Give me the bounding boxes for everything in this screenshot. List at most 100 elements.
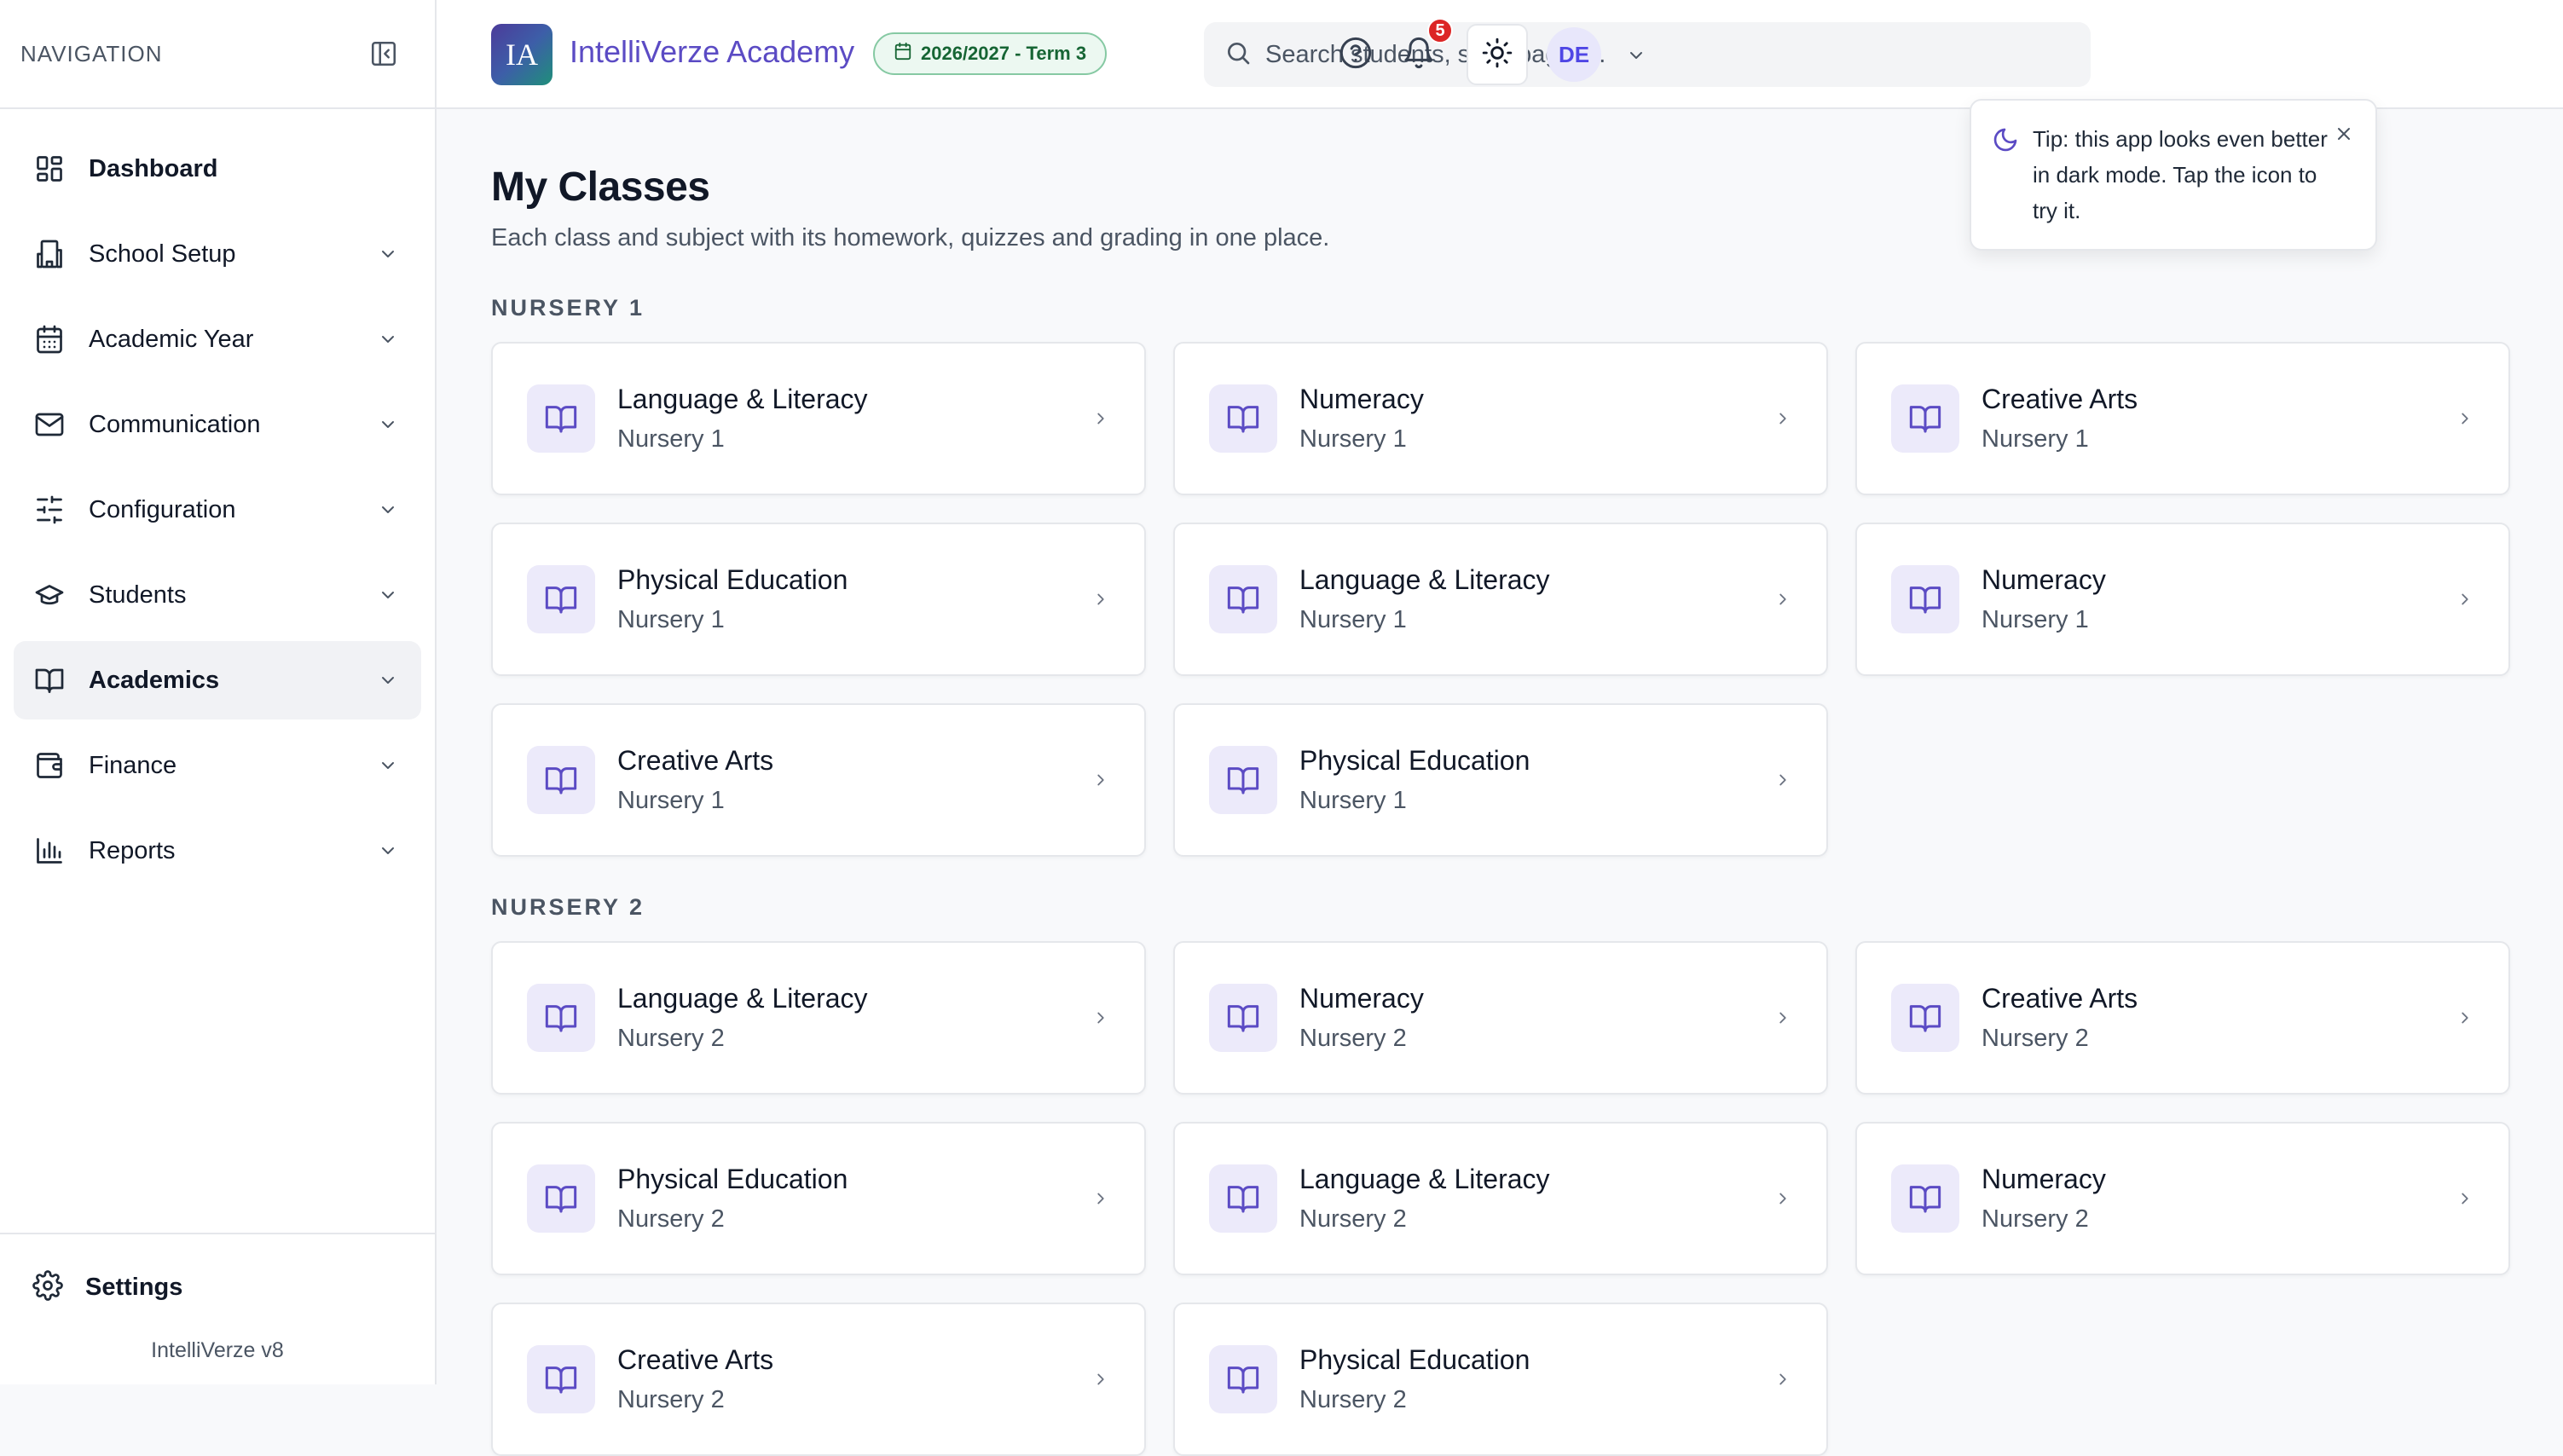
class-card[interactable]: Creative Arts Nursery 1: [491, 703, 1146, 857]
book-icon: [527, 384, 595, 453]
sidebar-item-academics[interactable]: Academics: [14, 641, 421, 719]
help-circle-icon: [1339, 36, 1373, 74]
sidebar-item-students[interactable]: Students: [14, 556, 421, 634]
search-input[interactable]: [1265, 40, 2033, 69]
class-card[interactable]: Numeracy Nursery 1: [1173, 342, 1828, 495]
sidebar-item-label: Reports: [89, 836, 176, 864]
book-icon: [1891, 984, 1959, 1052]
gear-icon: [32, 1269, 63, 1305]
notification-count-badge: 5: [1427, 18, 1453, 43]
sidebar-item-dashboard[interactable]: Dashboard: [14, 130, 421, 208]
class-card[interactable]: Physical Education Nursery 1: [1173, 703, 1828, 857]
class-card-text: Physical Education Nursery 2: [1299, 1344, 1770, 1414]
class-card-text: Creative Arts Nursery 2: [617, 1344, 1088, 1414]
class-card-level: Nursery 1: [1299, 787, 1407, 814]
class-card[interactable]: Language & Literacy Nursery 1: [491, 342, 1146, 495]
mail-icon: [32, 407, 67, 442]
class-card-title: Numeracy: [1299, 384, 1424, 414]
term-label: 2026/2027 - Term 3: [921, 43, 1087, 64]
graduation-cap-icon: [32, 578, 67, 612]
app-logo[interactable]: IA: [491, 24, 553, 85]
sliders-icon: [32, 493, 67, 527]
class-card[interactable]: Creative Arts Nursery 2: [491, 1303, 1146, 1456]
app-name[interactable]: IntelliVerze Academy: [570, 34, 854, 70]
search-icon: [1224, 39, 1252, 71]
class-card[interactable]: Creative Arts Nursery 2: [1855, 941, 2510, 1095]
theme-toggle-button[interactable]: [1467, 24, 1528, 85]
sidebar-nav: Dashboard School Setup Academic Year Com…: [0, 109, 435, 890]
sidebar-item-settings[interactable]: Settings: [14, 1248, 421, 1326]
class-card-level: Nursery 2: [1299, 1205, 1407, 1233]
chevron-right-icon: [1770, 406, 1796, 431]
section-title: NURSERY 1: [491, 295, 645, 321]
class-card-grid: Language & Literacy Nursery 1 Numeracy Nurs…: [491, 342, 2563, 857]
sun-icon: [1481, 37, 1513, 73]
top-header: IA IntelliVerze Academy 2026/2027 - Term…: [437, 0, 2563, 109]
chevron-down-icon: [375, 497, 401, 523]
sidebar-item-finance[interactable]: Finance: [14, 726, 421, 805]
sidebar-item-communication[interactable]: Communication: [14, 385, 421, 464]
settings-label: Settings: [85, 1273, 183, 1301]
sidebar-collapse-icon[interactable]: [367, 37, 401, 71]
sidebar-item-academic-year[interactable]: Academic Year: [14, 300, 421, 378]
chevron-right-icon: [1088, 1005, 1114, 1031]
class-card-level: Nursery 1: [1982, 425, 2089, 453]
class-card[interactable]: Numeracy Nursery 2: [1173, 941, 1828, 1095]
chevron-right-icon: [1088, 767, 1114, 793]
chevron-right-icon: [1770, 586, 1796, 612]
class-card-text: Physical Education Nursery 1: [1299, 745, 1770, 815]
sidebar-item-label: Students: [89, 581, 187, 609]
class-card-title: Creative Arts: [1982, 983, 2138, 1014]
class-card-text: Numeracy Nursery 2: [1299, 983, 1770, 1053]
class-sections: NURSERY 1 Language & Literacy Nursery 1 Num…: [491, 295, 2563, 1456]
sidebar-item-reports[interactable]: Reports: [14, 812, 421, 890]
class-card[interactable]: Physical Education Nursery 2: [491, 1122, 1146, 1275]
class-card[interactable]: Physical Education Nursery 2: [1173, 1303, 1828, 1456]
class-card-text: Numeracy Nursery 2: [1982, 1164, 2452, 1234]
app-version: IntelliVerze v8: [151, 1338, 284, 1362]
book-icon: [527, 746, 595, 814]
chevron-down-icon: [375, 667, 401, 693]
class-card-title: Numeracy: [1982, 1164, 2106, 1194]
class-card-level: Nursery 2: [1982, 1025, 2089, 1052]
main-content: My Classes Each class and subject with i…: [491, 109, 2563, 1456]
book-icon: [1209, 984, 1277, 1052]
class-card-text: Creative Arts Nursery 2: [1982, 983, 2452, 1053]
sidebar-item-label: Communication: [89, 410, 261, 438]
chevron-right-icon: [2452, 586, 2478, 612]
book-icon: [527, 1164, 595, 1233]
term-badge[interactable]: 2026/2027 - Term 3: [873, 32, 1108, 75]
book-icon: [527, 565, 595, 633]
chevron-right-icon: [1088, 1366, 1114, 1392]
class-card-level: Nursery 1: [617, 787, 725, 814]
chevron-right-icon: [2452, 406, 2478, 431]
class-card[interactable]: Creative Arts Nursery 1: [1855, 342, 2510, 495]
class-card-level: Nursery 2: [1299, 1386, 1407, 1413]
sidebar-item-label: School Setup: [89, 240, 236, 268]
class-card[interactable]: Physical Education Nursery 1: [491, 523, 1146, 676]
sidebar-item-school-setup[interactable]: School Setup: [14, 215, 421, 293]
class-card[interactable]: Language & Literacy Nursery 2: [1173, 1122, 1828, 1275]
page-title: My Classes: [491, 165, 710, 210]
sidebar-item-configuration[interactable]: Configuration: [14, 471, 421, 549]
class-card[interactable]: Numeracy Nursery 2: [1855, 1122, 2510, 1275]
class-card[interactable]: Numeracy Nursery 1: [1855, 523, 2510, 676]
chevron-down-icon: [375, 241, 401, 267]
user-avatar[interactable]: DE: [1547, 27, 1601, 82]
chevron-right-icon: [1770, 1186, 1796, 1211]
class-card[interactable]: Language & Literacy Nursery 1: [1173, 523, 1828, 676]
chevron-right-icon: [2452, 1005, 2478, 1031]
chevron-down-icon: [375, 753, 401, 778]
sidebar-item-label: Dashboard: [89, 154, 218, 182]
class-card-level: Nursery 2: [617, 1025, 725, 1052]
chevron-right-icon: [1088, 406, 1114, 431]
book-icon: [1209, 1164, 1277, 1233]
help-button[interactable]: [1332, 31, 1380, 78]
chevron-down-icon[interactable]: [1623, 43, 1649, 68]
class-card-level: Nursery 1: [617, 606, 725, 633]
class-card-title: Language & Literacy: [1299, 1164, 1550, 1194]
chevron-right-icon: [1770, 767, 1796, 793]
class-card[interactable]: Language & Literacy Nursery 2: [491, 941, 1146, 1095]
sidebar: NAVIGATION Dashboard School Setup Academ…: [0, 0, 437, 1384]
class-card-title: Language & Literacy: [617, 384, 868, 414]
